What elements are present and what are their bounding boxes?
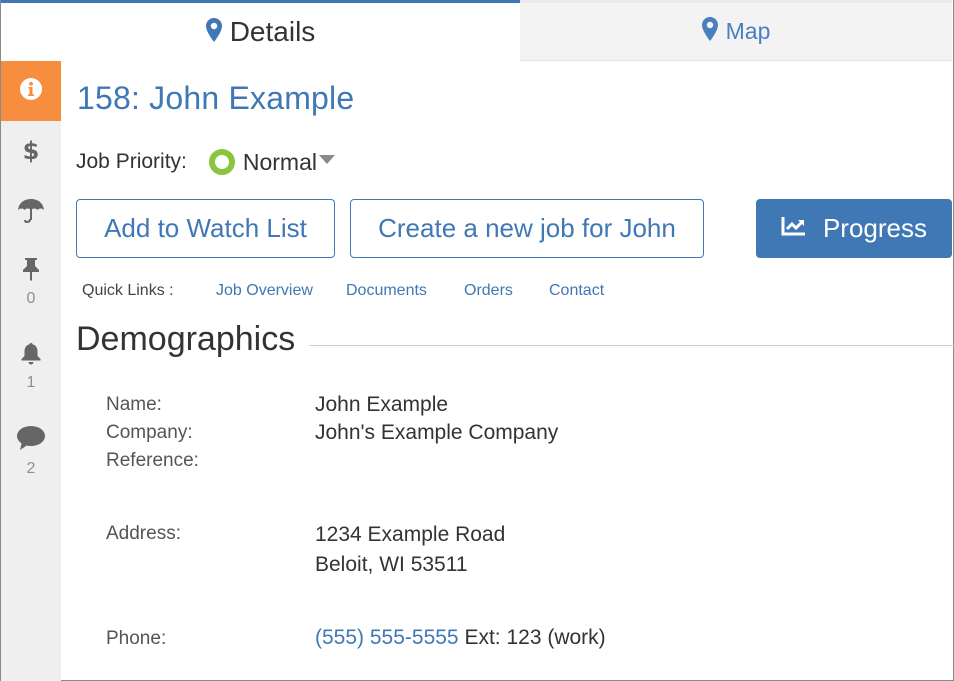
notification-count: 1 [26, 374, 36, 391]
bell-icon [19, 341, 43, 370]
reference-label: Reference: [106, 450, 199, 471]
map-pin-icon [205, 17, 222, 47]
pin-count: 0 [26, 290, 36, 307]
pushpin-icon [21, 257, 41, 286]
address-line2: Beloit, WI 53511 [315, 553, 468, 576]
umbrella-icon [17, 198, 45, 229]
tab-details-label: Details [229, 16, 316, 47]
progress-button[interactable]: Progress [756, 199, 952, 258]
create-new-job-button[interactable]: Create a new job for John [350, 199, 704, 258]
address-line1: 1234 Example Road [315, 523, 506, 546]
progress-button-label: Progress [822, 213, 928, 243]
tab-map-label: Map [725, 18, 771, 44]
quick-link-documents[interactable]: Documents [346, 282, 427, 300]
tab-details[interactable]: Details [1, 0, 520, 61]
sidebar-item-comments[interactable]: 2 [1, 425, 61, 478]
name-value: John Example [315, 393, 449, 416]
info-icon [19, 77, 43, 106]
sidebar-item-pins[interactable]: 0 [1, 257, 61, 308]
priority-status-icon [208, 149, 235, 175]
tab-bar: Details Map [0, 0, 954, 61]
quick-link-contact[interactable]: Contact [549, 282, 604, 300]
add-to-watch-list-button[interactable]: Add to Watch List [76, 199, 335, 258]
quick-links-label: Quick Links : [82, 282, 174, 299]
dollar-icon: $ [23, 137, 40, 170]
demographics-heading: Demographics [76, 320, 310, 359]
comment-icon [16, 425, 46, 456]
name-label: Name: [106, 394, 162, 415]
company-value: John's Example Company [315, 421, 559, 444]
phone-extension: Ext: 123 (work) [464, 626, 606, 649]
map-pin-icon [701, 17, 718, 46]
line-chart-icon [781, 213, 807, 244]
address-label: Address: [106, 523, 181, 544]
quick-link-orders[interactable]: Orders [464, 282, 513, 300]
priority-dropdown[interactable]: Normal [243, 149, 317, 176]
sidebar-item-notifications[interactable]: 1 [1, 341, 61, 392]
sidebar: $ 0 1 2 [1, 61, 61, 681]
tab-map[interactable]: Map [520, 0, 952, 61]
chevron-down-icon[interactable] [319, 154, 335, 164]
job-title: 158: John Example [77, 80, 355, 116]
phone-link[interactable]: (555) 555-5555 [315, 626, 459, 649]
section-divider [306, 345, 954, 346]
sidebar-item-info[interactable] [1, 61, 61, 121]
company-label: Company: [106, 422, 193, 443]
sidebar-item-billing[interactable]: $ [1, 137, 61, 170]
quick-link-job-overview[interactable]: Job Overview [216, 282, 313, 300]
job-priority-row: Job Priority: Normal [76, 148, 335, 176]
svg-text:$: $ [23, 137, 39, 165]
priority-label: Job Priority: [76, 150, 187, 173]
comment-count: 2 [26, 460, 36, 477]
phone-label: Phone: [106, 628, 167, 649]
sidebar-item-insurance[interactable] [1, 198, 61, 229]
phone-row: (555) 555-5555 Ext: 123 (work) [315, 626, 606, 650]
